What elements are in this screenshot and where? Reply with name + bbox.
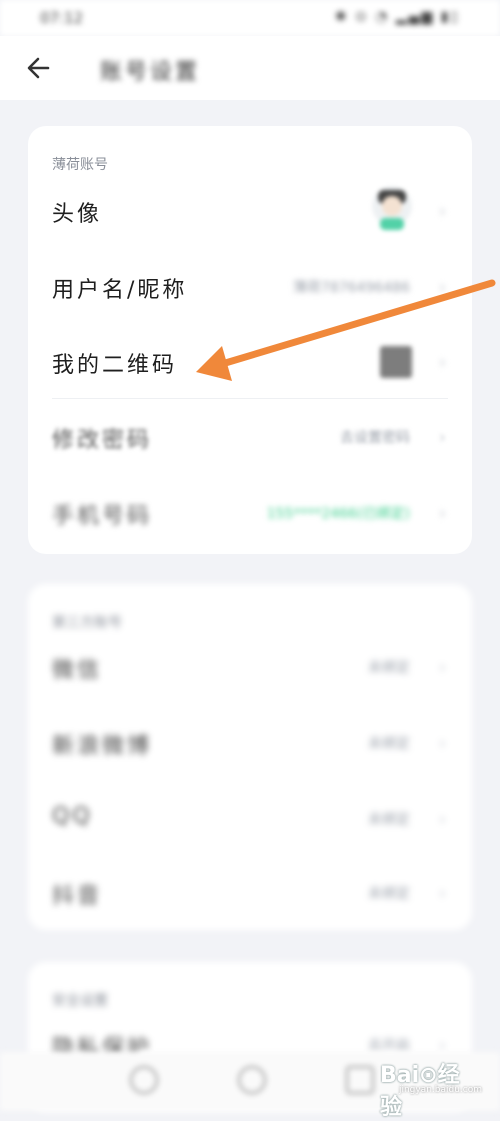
- back-button[interactable]: [22, 50, 58, 86]
- page-title: 账号设置: [100, 60, 201, 85]
- status-icons: ✱ ⊙ ◔ ▂▄▆ ▮▯: [334, 9, 460, 25]
- chevron-right-icon: ›: [438, 277, 446, 298]
- row-douyin[interactable]: 抖音 未绑定 ›: [28, 856, 472, 931]
- row-label-qrcode: 我的二维码: [52, 353, 178, 378]
- row-value-wechat: 未绑定: [368, 660, 410, 676]
- chevron-right-icon: ›: [438, 352, 446, 373]
- back-arrow-icon: [27, 57, 50, 79]
- row-label-username: 用户名/昵称: [52, 278, 188, 303]
- row-value-change-password: 去设置密码: [340, 430, 410, 446]
- row-value-username: 薄荷7876496486: [292, 280, 410, 296]
- chevron-right-icon: ›: [438, 503, 446, 524]
- chevron-right-icon: ›: [438, 201, 446, 222]
- row-change-password[interactable]: 修改密码 去设置密码 ›: [28, 400, 472, 475]
- divider: [52, 398, 448, 399]
- account-card: 薄荷账号 头像 › 用户名/昵称 薄荷7876496486 › 我的二维码 › …: [28, 126, 472, 554]
- row-label-change-password: 修改密码: [52, 428, 153, 453]
- chevron-right-icon: ›: [438, 427, 446, 448]
- row-label-phone: 手机号码: [52, 504, 153, 529]
- third-party-card: 第三方账号 微信 未绑定 › 新浪微博 未绑定 › QQ 未绑定 › 抖音 未绑…: [28, 584, 472, 930]
- chevron-right-icon: ›: [438, 809, 446, 830]
- row-label-wechat: 微信: [52, 658, 103, 683]
- avatar[interactable]: [370, 184, 414, 232]
- chevron-right-icon: ›: [438, 657, 446, 678]
- row-value-weibo: 未绑定: [368, 736, 410, 752]
- row-value-qq: 未绑定: [368, 812, 410, 828]
- row-label-avatar: 头像: [52, 202, 103, 227]
- watermark: Bai⊙经验 jingyan.baidu.com: [380, 1049, 490, 1120]
- row-label-weibo: 新浪微博: [52, 734, 153, 759]
- status-time: 07:12: [40, 9, 84, 27]
- nav-back-icon[interactable]: [346, 1066, 374, 1094]
- row-label-douyin: 抖音: [52, 884, 103, 909]
- chevron-right-icon: ›: [438, 733, 446, 754]
- section-title-third-party: 第三方账号: [52, 615, 122, 631]
- row-qq[interactable]: QQ 未绑定 ›: [28, 782, 472, 857]
- nav-menu-icon[interactable]: [130, 1066, 158, 1094]
- row-username[interactable]: 用户名/昵称 薄荷7876496486 ›: [28, 250, 472, 325]
- chevron-right-icon: ›: [438, 883, 446, 904]
- section-title-account: 薄荷账号: [52, 157, 108, 173]
- section-title-privacy: 安全设置: [52, 993, 108, 1009]
- row-value-phone: 155****2466(已绑定): [266, 506, 410, 522]
- row-phone[interactable]: 手机号码 155****2466(已绑定) ›: [28, 476, 472, 551]
- watermark-url: jingyan.baidu.com: [398, 1085, 482, 1095]
- qrcode-icon: [380, 346, 412, 378]
- row-wechat[interactable]: 微信 未绑定 ›: [28, 630, 472, 705]
- nav-bar: 账号设置: [0, 36, 500, 100]
- status-bar: 07:12 ✱ ⊙ ◔ ▂▄▆ ▮▯: [0, 0, 500, 36]
- row-label-qq: QQ: [52, 804, 93, 829]
- nav-home-icon[interactable]: [238, 1066, 266, 1094]
- row-weibo[interactable]: 新浪微博 未绑定 ›: [28, 706, 472, 781]
- row-value-douyin: 未绑定: [368, 886, 410, 902]
